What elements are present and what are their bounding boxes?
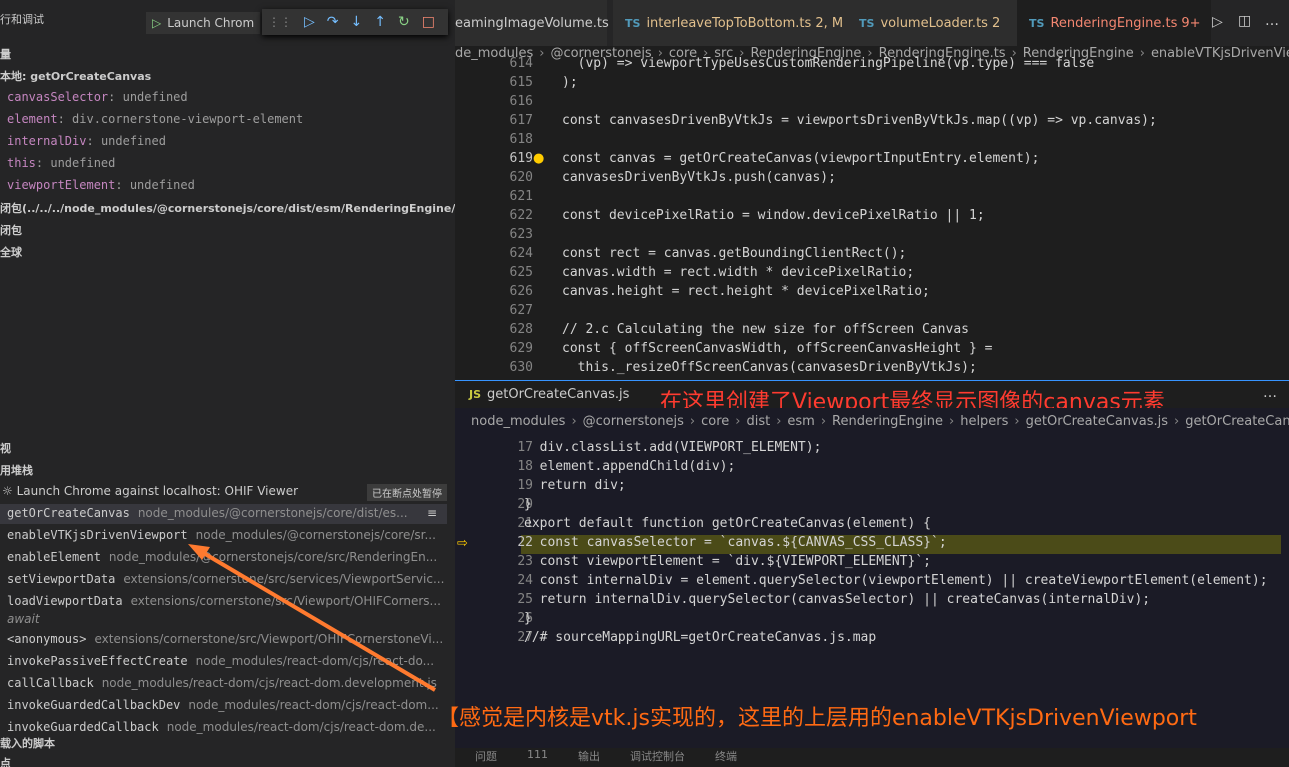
annotation-arrow <box>188 544 437 692</box>
annotation-vtk-note: 【感觉是内核是vtk.js实现的，这里的上层用的enableVTKjsDrive… <box>437 706 1197 731</box>
arrow-head <box>188 544 210 560</box>
arrow-line <box>193 546 437 692</box>
